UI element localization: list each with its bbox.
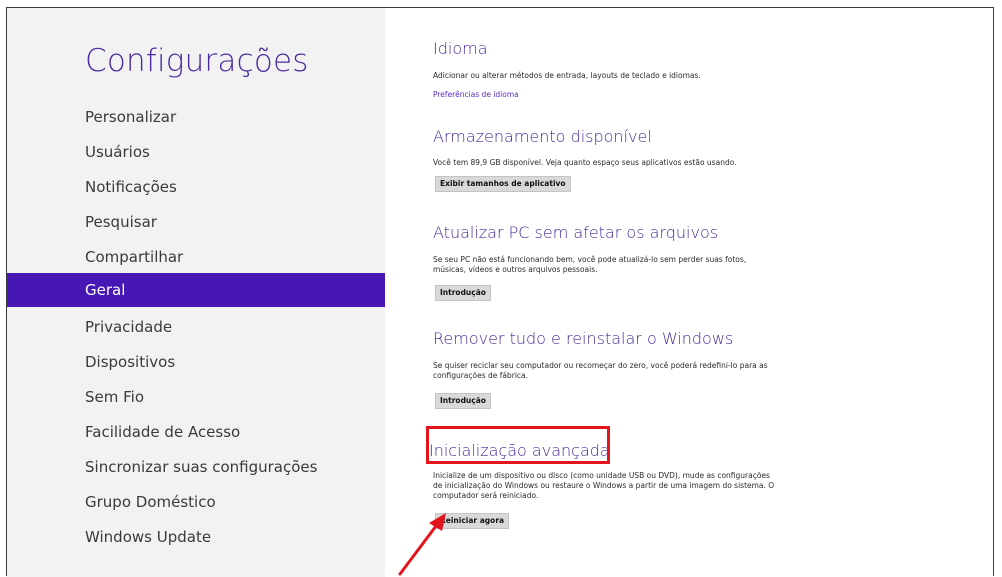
- section-desc-remover: Se quiser reciclar seu computador ou rec…: [433, 361, 768, 380]
- sidebar-item-pesquisar[interactable]: Pesquisar: [7, 205, 385, 239]
- sidebar-item-grupo-domestico[interactable]: Grupo Doméstico: [7, 485, 385, 519]
- section-title-atualizar: Atualizar PC sem afetar os arquivos: [433, 223, 719, 242]
- section-desc-atualizar: Se seu PC não está funcionando bem, você…: [433, 255, 747, 274]
- settings-sidebar: Configurações Personalizar Usuários Noti…: [7, 8, 385, 577]
- section-desc-idioma: Adicionar ou alterar métodos de entrada,…: [433, 71, 701, 80]
- sidebar-item-windows-update[interactable]: Windows Update: [7, 520, 385, 554]
- reset-pc-start-button[interactable]: Introdução: [435, 393, 491, 409]
- sidebar-item-usuarios[interactable]: Usuários: [7, 135, 385, 169]
- section-desc-armazenamento: Você tem 89,9 GB disponível. Veja quanto…: [433, 158, 737, 167]
- sidebar-item-dispositivos[interactable]: Dispositivos: [7, 345, 385, 379]
- sidebar-item-personalizar[interactable]: Personalizar: [7, 100, 385, 134]
- sidebar-item-geral[interactable]: Geral: [7, 273, 385, 307]
- settings-window: Configurações Personalizar Usuários Noti…: [6, 7, 994, 577]
- sidebar-item-sem-fio[interactable]: Sem Fio: [7, 380, 385, 414]
- section-desc-inicializacao: Inicialize de um dispositivo ou disco (c…: [433, 471, 775, 500]
- page-title: Configurações: [85, 43, 309, 79]
- red-arrow-annotation: [398, 513, 446, 576]
- highlight-box: [426, 426, 610, 464]
- sidebar-item-sincronizar[interactable]: Sincronizar suas configurações: [7, 450, 385, 484]
- show-app-sizes-button[interactable]: Exibir tamanhos de aplicativo: [435, 176, 571, 192]
- sidebar-item-compartilhar[interactable]: Compartilhar: [7, 240, 385, 274]
- language-preferences-link[interactable]: Preferências de idioma: [433, 90, 519, 99]
- section-title-armazenamento: Armazenamento disponível: [433, 127, 652, 146]
- refresh-pc-start-button[interactable]: Introdução: [435, 285, 491, 301]
- sidebar-item-facilidade-de-acesso[interactable]: Facilidade de Acesso: [7, 415, 385, 449]
- section-title-idioma: Idioma: [433, 39, 488, 58]
- section-title-remover: Remover tudo e reinstalar o Windows: [433, 329, 734, 348]
- sidebar-item-notificacoes[interactable]: Notificações: [7, 170, 385, 204]
- sidebar-item-privacidade[interactable]: Privacidade: [7, 310, 385, 344]
